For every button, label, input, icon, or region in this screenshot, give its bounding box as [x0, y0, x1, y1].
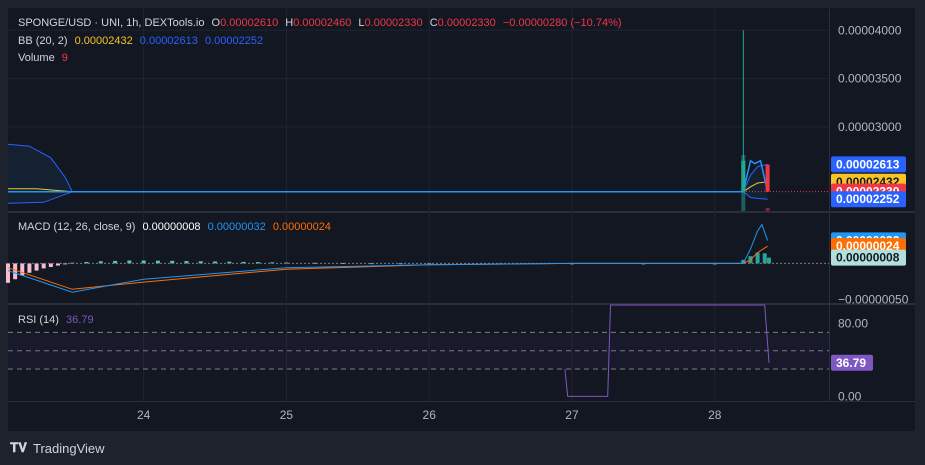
open-value: 0.00002610 [220, 17, 279, 29]
symbol-title[interactable]: SPONGE/USD · UNI, 1h, DEXTools.io [18, 17, 204, 29]
bb-label: BB (20, 2) [18, 35, 68, 47]
bb-lower-value: 0.00002252 [204, 35, 264, 47]
tradingview-name: TradingView [33, 440, 105, 456]
rsi-pane[interactable] [8, 304, 829, 397]
macd-tick-label: −0.00000050 [838, 292, 909, 306]
volume-value: 9 [61, 52, 68, 64]
close-label: C [429, 17, 438, 29]
time-tick-label: 27 [565, 408, 579, 422]
time-tick-label: 24 [137, 408, 151, 422]
tradingview-logo-icon: 𝐓𝐕 [10, 440, 27, 455]
time-tick-label: 25 [280, 408, 294, 422]
volume-bar [765, 207, 770, 211]
rsi-label: RSI (14) [18, 314, 59, 326]
macd-axis-label: 0.00000008 [836, 251, 900, 265]
rsi-legend[interactable]: RSI (14) 36.79 [18, 314, 98, 326]
time-tick-label: 26 [423, 408, 437, 422]
volume-legend[interactable]: Volume 9 [18, 52, 72, 64]
volume-label: Volume [18, 52, 55, 64]
macd-histogram-bar [762, 253, 767, 264]
time-tick-label: 28 [708, 408, 722, 422]
price-axis-border [829, 9, 830, 401]
rsi-tick-label: 0.00 [838, 389, 862, 403]
macd-histogram-bar [767, 257, 772, 264]
bb-basis-value: 0.00002432 [74, 35, 133, 47]
macd-histogram-bar [48, 263, 53, 267]
macd-histogram-bar [6, 263, 10, 283]
macd-line [7, 223, 769, 293]
macd-hist-value: 0.00000008 [142, 221, 201, 233]
time-axis-border [8, 401, 915, 402]
bb-basis-line [8, 181, 768, 193]
macd-legend[interactable]: MACD (12, 26, close, 9) 0.00000008 0.000… [18, 221, 335, 233]
macd-histogram-bar [20, 263, 25, 276]
price-axis-label: 0.00002252 [836, 192, 900, 206]
candle-body [741, 160, 746, 192]
bb-upper-value: 0.00002613 [139, 35, 198, 47]
bb-band-fill [8, 144, 768, 204]
macd-histogram-bar [13, 263, 18, 280]
price-tick-label: 0.00003500 [838, 72, 902, 86]
rsi-value: 36.79 [66, 314, 94, 326]
macd-histogram-bar [34, 263, 39, 271]
tradingview-branding[interactable]: 𝐓𝐕 TradingView [10, 440, 105, 456]
price-tick-label: 0.00004000 [838, 23, 902, 37]
close-value: 0.00002330 [437, 17, 496, 29]
bb-lower-line [7, 191, 768, 204]
low-value: 0.00002330 [364, 17, 423, 29]
price-pane[interactable] [7, 30, 829, 211]
macd-label: MACD (12, 26, close, 9) [18, 221, 136, 233]
macd-histogram-bar [41, 263, 46, 269]
high-value: 0.00002460 [293, 17, 352, 29]
macd-histogram-bar [27, 263, 32, 273]
candle-body [765, 164, 770, 192]
close-line [8, 159, 769, 193]
bb-legend[interactable]: BB (20, 2) 0.00002432 0.00002613 0.00002… [18, 35, 267, 47]
bb-upper-line [7, 143, 768, 193]
macd-pane[interactable] [6, 223, 829, 293]
open-label: O [211, 17, 221, 29]
ohlc-legend: SPONGE/USD · UNI, 1h, DEXTools.io O0.000… [18, 17, 626, 29]
low-label: L [358, 17, 365, 29]
change-value: −0.00000280 (−10.74%) [502, 17, 622, 29]
rsi-axis-label: 36.79 [836, 356, 866, 370]
macd-signal-value: 0.00000024 [272, 221, 331, 233]
macd-value: 0.00000032 [207, 221, 266, 233]
price-tick-label: 0.00003000 [838, 120, 902, 134]
price-axis-label: 0.00002613 [836, 157, 900, 171]
rsi-tick-label: 80.00 [838, 316, 868, 330]
